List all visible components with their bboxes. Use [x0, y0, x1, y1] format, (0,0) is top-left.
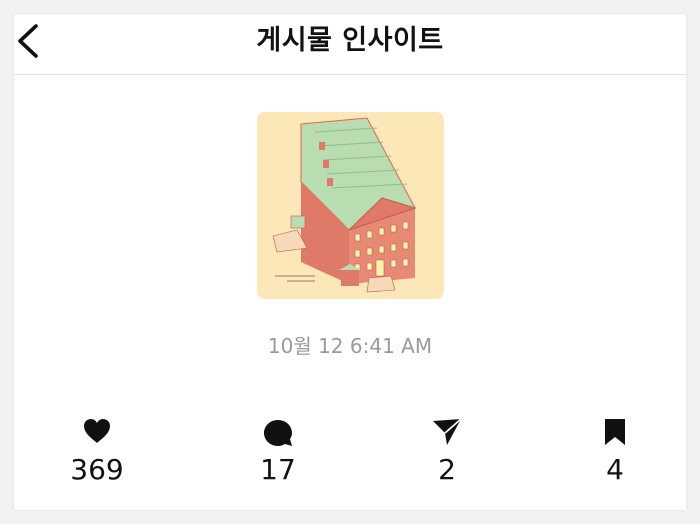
- insights-card: 게시물 인사이트 10월 12 6:41 AM 369 17 2 4: [14, 14, 686, 510]
- saves-stat: 4: [555, 418, 675, 488]
- saves-count: 4: [606, 453, 624, 486]
- header: 게시물 인사이트: [14, 14, 686, 75]
- likes-count: 369: [70, 453, 124, 486]
- post-timestamp: 10월 12 6:41 AM: [267, 334, 433, 358]
- shares-count: 2: [438, 453, 456, 486]
- post-thumbnail[interactable]: [257, 112, 444, 299]
- shares-stat: 2: [387, 418, 507, 488]
- page-title: 게시물 인사이트: [256, 25, 444, 56]
- likes-stat: 369: [37, 418, 157, 488]
- share-icon: [433, 418, 462, 445]
- building-illustration: [257, 112, 444, 299]
- bookmark-icon: [605, 419, 625, 445]
- comments-count: 17: [260, 453, 296, 486]
- heart-icon: [84, 419, 110, 443]
- comment-icon: [264, 420, 292, 446]
- comments-stat: 17: [218, 418, 338, 488]
